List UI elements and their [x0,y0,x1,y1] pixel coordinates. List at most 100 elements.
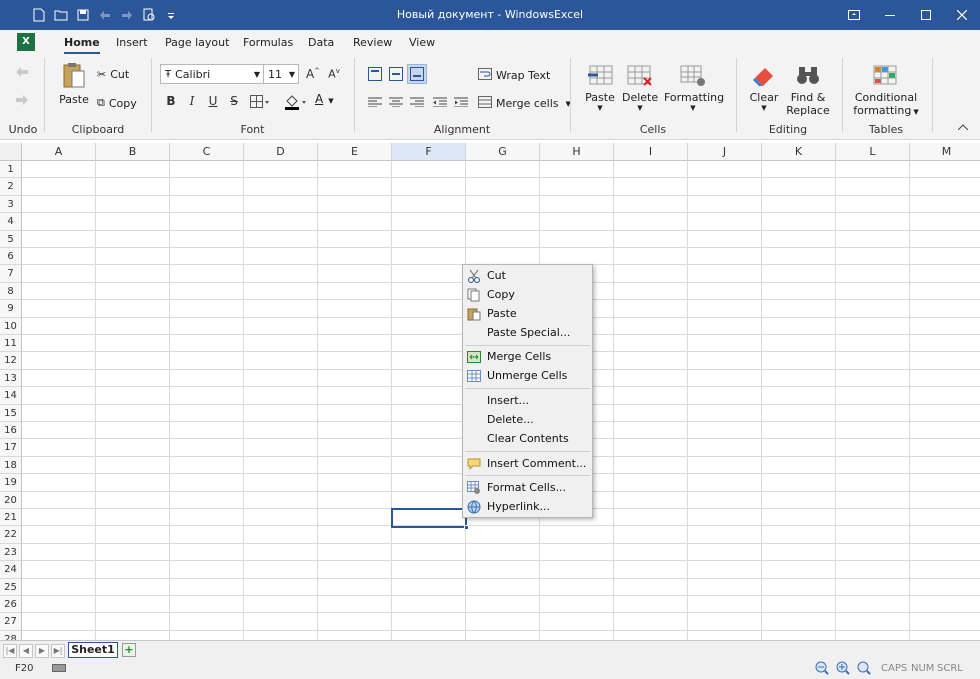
column-header-g[interactable]: G [466,143,540,161]
bold-button[interactable]: B [163,94,179,108]
row-header-15[interactable]: 15 [0,404,22,422]
menu-item-cut[interactable]: Cut [463,266,592,285]
column-header-l[interactable]: L [836,143,910,161]
menu-item-clear-contents[interactable]: Clear Contents [463,429,592,448]
align-bottom-icon[interactable] [407,64,427,84]
last-sheet-icon[interactable]: ▶| [51,644,65,658]
row-header-10[interactable]: 10 [0,317,22,335]
find-replace-button[interactable]: Find & Replace [786,64,830,117]
ribbon-display-icon[interactable] [836,0,872,30]
row-header-26[interactable]: 26 [0,596,22,614]
cells-paste-button[interactable]: Paste ▼ [582,64,618,112]
menu-item-paste-special[interactable]: Paste Special... [463,323,592,342]
row-header-14[interactable]: 14 [0,387,22,405]
menu-item-merge-cells[interactable]: Merge Cells [463,347,592,366]
align-top-icon[interactable] [368,67,382,84]
first-sheet-icon[interactable]: |◀ [3,644,17,658]
tab-home[interactable]: Home [64,36,100,54]
column-header-i[interactable]: I [614,143,688,161]
undo-label[interactable]: Undo [8,123,38,136]
collapse-ribbon-icon[interactable] [957,122,969,133]
column-header-b[interactable]: B [96,143,170,161]
merge-cells-button[interactable]: Merge cells ▼ [478,96,571,111]
tab-page-layout[interactable]: Page layout [165,36,229,49]
paste-button[interactable]: Paste [58,62,90,106]
column-header-d[interactable]: D [244,143,318,161]
row-header-3[interactable]: 3 [0,195,22,214]
row-header-17[interactable]: 17 [0,439,22,457]
row-header-12[interactable]: 12 [0,352,22,370]
strikethrough-button[interactable]: S [226,94,242,108]
italic-button[interactable]: I [184,94,200,108]
fill-color-icon[interactable] [284,93,308,114]
row-header-13[interactable]: 13 [0,369,22,388]
menu-item-hyperlink[interactable]: Hyperlink... [463,497,592,516]
zoom-out-icon[interactable] [815,661,829,678]
menu-item-unmerge-cells[interactable]: Unmerge Cells [463,366,592,385]
zoom-reset-icon[interactable] [857,661,871,678]
row-header-2[interactable]: 2 [0,178,22,196]
prev-sheet-icon[interactable]: ◀ [19,644,33,658]
row-header-18[interactable]: 18 [0,456,22,475]
column-header-m[interactable]: M [910,143,980,161]
tab-formulas[interactable]: Formulas [243,36,293,49]
row-header-25[interactable]: 25 [0,578,22,596]
font-name-combo[interactable]: Ŧ Calibri ▼ [160,64,264,84]
column-header-h[interactable]: H [540,143,614,161]
align-left-icon[interactable] [368,97,382,110]
row-header-20[interactable]: 20 [0,491,22,509]
conditional-formatting-button[interactable]: Conditional formatting ▼ [853,64,919,117]
row-header-1[interactable]: 1 [0,161,22,179]
tab-view[interactable]: View [409,36,435,49]
align-right-icon[interactable] [410,97,424,110]
align-middle-icon[interactable] [389,67,403,84]
close-icon[interactable] [944,0,980,30]
undo-arrow-icon[interactable] [14,66,30,81]
column-header-e[interactable]: E [318,143,392,161]
tab-review[interactable]: Review [353,36,392,49]
row-header-16[interactable]: 16 [0,422,22,440]
row-header-24[interactable]: 24 [0,561,22,579]
shrink-font-icon[interactable]: Av [326,67,342,81]
active-cell[interactable] [391,508,467,528]
font-color-button[interactable]: A ▼ [315,92,341,106]
column-header-a[interactable]: A [22,143,96,161]
align-center-icon[interactable] [389,97,403,110]
column-header-f[interactable]: F [392,143,466,161]
clear-button[interactable]: Clear ▼ [746,64,782,112]
fill-handle[interactable] [464,525,469,530]
wrap-text-button[interactable]: Wrap Text [478,68,550,83]
cut-button[interactable]: ✂ Cut [97,68,129,81]
menu-item-insert-comment[interactable]: Insert Comment... [463,454,592,473]
menu-item-copy[interactable]: Copy [463,285,592,304]
tab-data[interactable]: Data [308,36,334,49]
row-header-27[interactable]: 27 [0,613,22,631]
row-header-7[interactable]: 7 [0,265,22,283]
redo-arrow-icon[interactable] [14,94,30,109]
increase-indent-icon[interactable] [454,97,468,110]
row-header-21[interactable]: 21 [0,509,22,527]
maximize-icon[interactable] [908,0,944,30]
menu-item-paste[interactable]: Paste [463,304,592,323]
menu-item-delete[interactable]: Delete... [463,410,592,429]
app-logo-icon[interactable]: X [17,33,35,51]
decrease-indent-icon[interactable] [433,97,447,110]
select-all-corner[interactable] [0,143,22,161]
font-size-combo[interactable]: 11 ▼ [263,64,299,84]
menu-item-insert[interactable]: Insert... [463,391,592,410]
row-header-11[interactable]: 11 [0,335,22,353]
tab-insert[interactable]: Insert [116,36,148,49]
next-sheet-icon[interactable]: ▶ [35,644,49,658]
row-header-22[interactable]: 22 [0,526,22,544]
row-header-28[interactable]: 28 [0,630,22,640]
row-header-5[interactable]: 5 [0,230,22,248]
menu-item-format-cells[interactable]: Format Cells... [463,478,592,497]
row-header-23[interactable]: 23 [0,543,22,562]
row-header-6[interactable]: 6 [0,248,22,266]
row-header-8[interactable]: 8 [0,282,22,301]
column-header-k[interactable]: K [762,143,836,161]
minimize-icon[interactable] [872,0,908,30]
cells-delete-button[interactable]: Delete ▼ [622,64,658,112]
cells-formatting-button[interactable]: Formatting ▼ [664,64,724,112]
row-header-4[interactable]: 4 [0,213,22,231]
